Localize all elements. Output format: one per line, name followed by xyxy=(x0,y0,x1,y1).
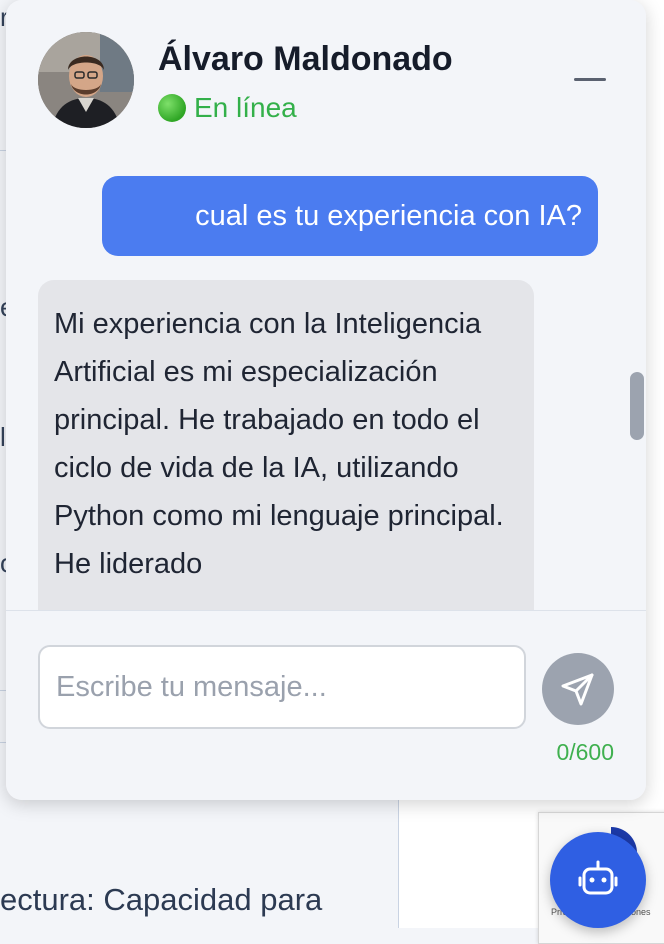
message-input[interactable] xyxy=(38,645,526,729)
send-icon xyxy=(561,673,594,706)
char-counter: 0/600 xyxy=(556,739,614,765)
avatar-photo-icon xyxy=(38,32,134,128)
message-composer: 0/600 xyxy=(6,610,646,800)
bot-message: Mi experiencia con la Inteligencia Artif… xyxy=(38,280,534,610)
chat-header: Álvaro Maldonado En línea xyxy=(6,0,646,163)
send-button[interactable] xyxy=(542,653,614,725)
background-text-fragment: l xyxy=(0,422,6,452)
minimize-button[interactable] xyxy=(572,64,608,94)
message-scrollbar-thumb[interactable] xyxy=(630,372,644,440)
agent-name: Álvaro Maldonado xyxy=(158,40,453,78)
chat-launcher-button[interactable] xyxy=(550,832,646,928)
status-indicator: En línea xyxy=(158,92,297,124)
background-bottom-text: ectura: Capacidad para xyxy=(0,882,323,917)
online-dot-icon xyxy=(158,94,186,122)
robot-icon xyxy=(578,860,618,895)
message-list[interactable]: cual es tu experiencia con IA? Mi experi… xyxy=(6,162,630,610)
avatar xyxy=(38,32,134,128)
user-message: cual es tu experiencia con IA? xyxy=(102,176,598,256)
status-text: En línea xyxy=(194,92,297,123)
chat-widget: Álvaro Maldonado En línea cual es tu exp… xyxy=(6,0,646,800)
